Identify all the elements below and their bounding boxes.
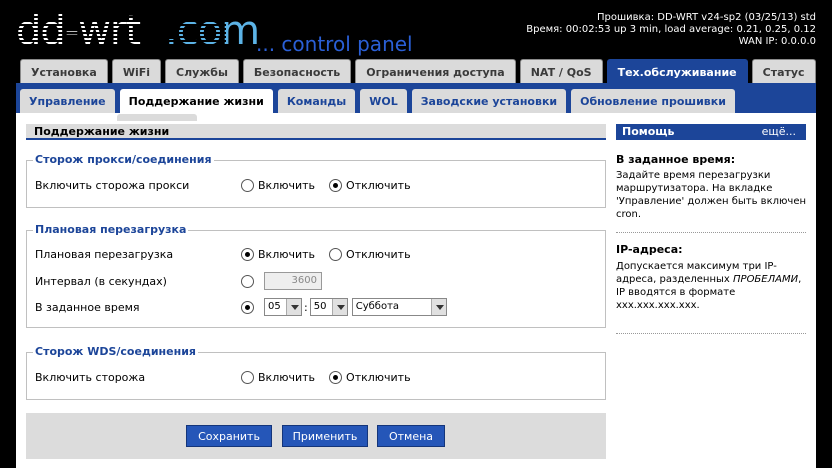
help-header: Помощь ещё...	[616, 124, 806, 140]
legend-wds-watchdog: Сторож WDS/соединения	[33, 345, 198, 358]
scheduled-time-label: В заданное время	[35, 300, 140, 314]
fieldset-schedule-reboot: Плановая перезагрузка Плановая перезагру…	[26, 223, 606, 328]
save-button[interactable]: Сохранить	[186, 425, 272, 447]
sub-tabs: Управление Поддержание жизни Команды WOL…	[20, 89, 740, 117]
proxy-watchdog-disable-label[interactable]: Отключить	[346, 179, 411, 192]
row-wds-watchdog: Включить сторожа Включить Отключить	[35, 367, 595, 387]
wds-watchdog-label: Включить сторожа	[35, 370, 146, 384]
minute-select[interactable]: 50	[309, 298, 348, 316]
help-ip-text-em: ПРОБЕЛАМИ	[733, 274, 799, 285]
schedule-reboot-enable-radio[interactable]	[241, 247, 254, 261]
help-separator	[616, 333, 806, 334]
logo-com: .com	[165, 8, 260, 54]
uptime-info: Время: 00:02:53 up 3 min, load average: …	[526, 24, 816, 35]
wan-ip: WAN IP: 0.0.0.0	[738, 36, 816, 47]
day-value: Суббота	[355, 301, 400, 312]
subtab-firmware-upgrade[interactable]: Обновление прошивки	[571, 89, 735, 113]
chevron-down-icon	[430, 299, 446, 315]
help-ip-text: Допускается максимум три IP-адреса, разд…	[616, 260, 806, 312]
proxy-watchdog-disable-radio[interactable]	[329, 178, 343, 192]
subtab-factory-defaults[interactable]: Заводские установки	[411, 89, 567, 113]
fieldset-proxy-watchdog: Сторож прокси/соединения Включить сторож…	[26, 153, 606, 208]
hour-value: 05	[268, 301, 281, 312]
subtab-overflow[interactable]	[117, 114, 197, 121]
chevron-down-icon	[286, 299, 301, 315]
interval-label: Интервал (в секундах)	[35, 274, 167, 288]
interval-input[interactable]: 3600	[264, 272, 322, 290]
logo-ddwrt: dd-wrt	[16, 8, 141, 54]
help-scheduled-time-text: Задайте время перезагрузки маршрутизатор…	[616, 170, 807, 220]
schedule-reboot-label: Плановая перезагрузка	[35, 247, 174, 261]
tab-security[interactable]: Безопасность	[242, 59, 352, 83]
row-proxy-watchdog: Включить сторожа прокси Включить Отключи…	[35, 175, 595, 195]
schedule-reboot-enable-label[interactable]: Включить	[258, 248, 315, 261]
wds-watchdog-enable-label[interactable]: Включить	[258, 371, 315, 384]
proxy-watchdog-label: Включить сторожа прокси	[35, 178, 190, 192]
wds-watchdog-disable-label[interactable]: Отключить	[346, 371, 411, 384]
help-ip-title: IP-адреса:	[616, 243, 683, 256]
help-ip-text-2: IP вводятся в формате xxx.xxx.xxx.xxx.	[616, 287, 736, 311]
header: dd-wrt .com ... control panel Прошивка: …	[0, 0, 832, 58]
day-select[interactable]: Суббота	[351, 298, 447, 316]
legend-schedule-reboot: Плановая перезагрузка	[33, 223, 189, 236]
main-tabs: Установка WiFi Службы Безопасность Огран…	[20, 59, 820, 83]
help-separator	[616, 232, 806, 233]
schedule-reboot-disable-radio[interactable]	[329, 247, 343, 261]
row-interval: Интервал (в секундах) 3600	[35, 271, 595, 291]
schedule-reboot-disable-label[interactable]: Отключить	[346, 248, 411, 261]
tab-status[interactable]: Статус	[751, 59, 816, 83]
time-separator: :	[304, 300, 308, 314]
wds-watchdog-enable-radio[interactable]	[241, 370, 254, 384]
fieldset-wds-watchdog: Сторож WDS/соединения Включить сторожа В…	[26, 345, 606, 400]
proxy-watchdog-enable-label[interactable]: Включить	[258, 179, 315, 192]
hour-select[interactable]: 05	[264, 298, 302, 316]
wds-watchdog-disable-radio[interactable]	[329, 370, 343, 384]
legend-proxy-watchdog: Сторож прокси/соединения	[33, 153, 214, 166]
section-title: Поддержание жизни	[26, 124, 606, 140]
interval-radio[interactable]	[241, 274, 254, 288]
help-title: Помощь	[622, 125, 675, 138]
button-bar: Сохранить Применить Отмена	[26, 413, 606, 459]
tab-setup[interactable]: Установка	[20, 59, 108, 83]
tab-nat-qos[interactable]: NAT / QoS	[519, 59, 603, 83]
firmware-version: Прошивка: DD-WRT v24-sp2 (03/25/13) std	[597, 12, 816, 23]
tab-wifi[interactable]: WiFi	[111, 59, 162, 83]
tab-administration[interactable]: Тех.обслуживание	[606, 59, 748, 83]
subtab-commands[interactable]: Команды	[277, 89, 356, 113]
chevron-down-icon	[331, 299, 347, 315]
row-scheduled-time: В заданное время 05 : 50 Суббота	[35, 297, 595, 317]
cancel-button[interactable]: Отмена	[377, 425, 445, 447]
subtab-management[interactable]: Управление	[20, 89, 115, 113]
system-info: Прошивка: DD-WRT v24-sp2 (03/25/13) std …	[526, 12, 816, 48]
tab-services[interactable]: Службы	[165, 59, 239, 83]
help-more-link[interactable]: ещё...	[762, 124, 796, 140]
help-ip-comma: ,	[798, 274, 802, 285]
subtab-wol[interactable]: WOL	[360, 89, 407, 113]
proxy-watchdog-enable-radio[interactable]	[241, 178, 254, 192]
logo-tagline: ... control panel	[256, 32, 413, 56]
scheduled-time-radio[interactable]	[241, 300, 254, 314]
row-schedule-reboot: Плановая перезагрузка Включить Отключить	[35, 244, 595, 264]
minute-value: 50	[313, 301, 327, 312]
tab-access-restrictions[interactable]: Ограничения доступа	[355, 59, 516, 83]
help-scheduled-time-title: В заданное время:	[616, 153, 736, 166]
apply-button[interactable]: Применить	[282, 425, 368, 447]
